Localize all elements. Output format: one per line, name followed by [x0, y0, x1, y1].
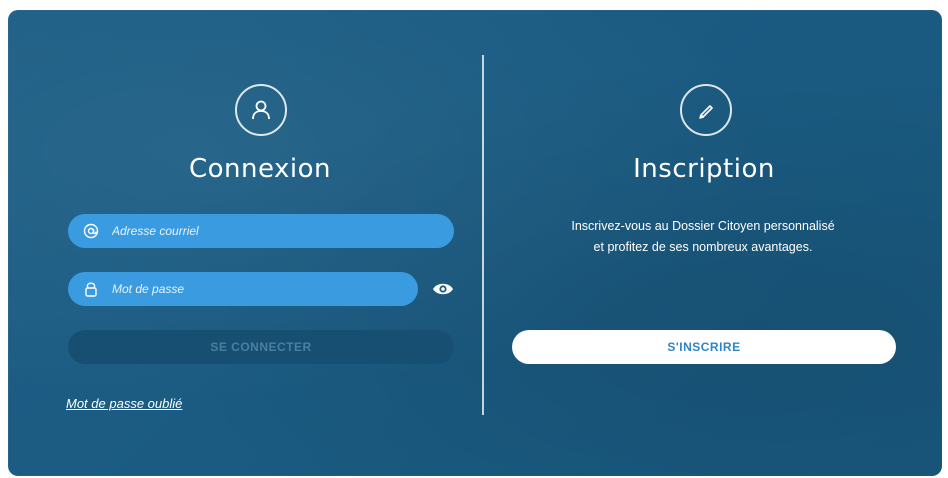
forgot-password-link[interactable]: Mot de passe oublié [66, 396, 182, 411]
password-field[interactable] [68, 272, 418, 306]
password-input[interactable] [112, 282, 412, 296]
at-icon [82, 222, 100, 240]
register-description: Inscrivez-vous au Dossier Citoyen person… [571, 219, 835, 254]
divider [482, 55, 484, 415]
email-input[interactable] [112, 224, 412, 238]
pencil-icon [680, 84, 732, 136]
user-icon [235, 84, 287, 136]
login-button[interactable]: SE CONNECTER [68, 330, 454, 364]
login-title: Connexion [188, 154, 332, 184]
email-field[interactable] [68, 214, 454, 248]
register-button[interactable]: S'INSCRIRE [512, 330, 896, 364]
lock-icon [82, 280, 100, 298]
register-title: Inscription [633, 154, 775, 184]
eye-icon[interactable] [432, 280, 454, 298]
